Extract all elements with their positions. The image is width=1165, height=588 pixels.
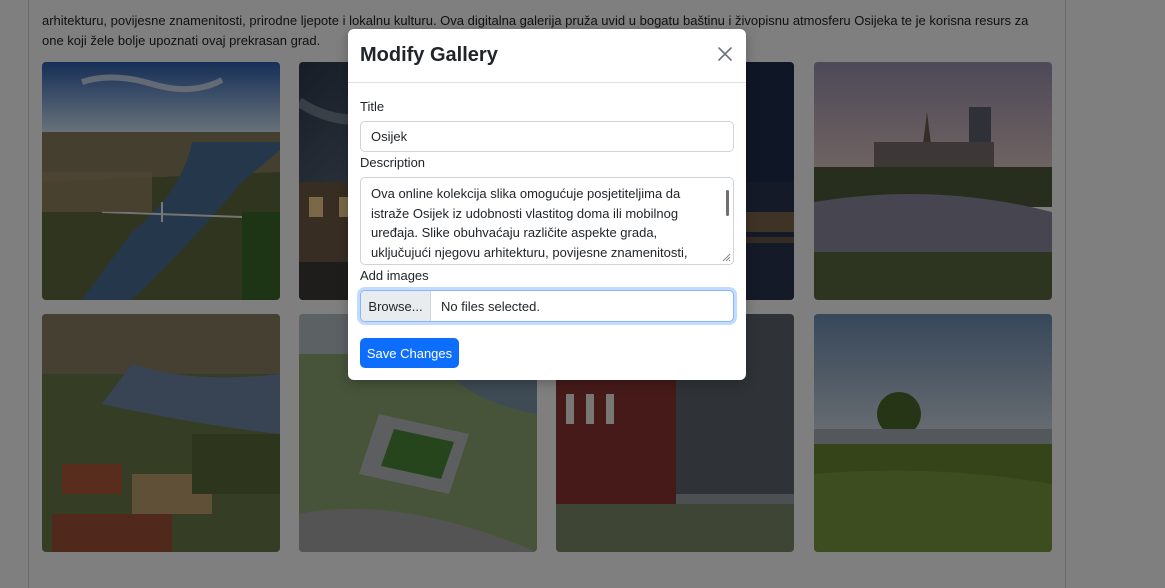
add-images-label: Add images — [360, 268, 429, 283]
close-icon — [718, 47, 732, 61]
modal-header: Modify Gallery — [348, 29, 746, 83]
title-label: Title — [360, 99, 385, 114]
save-changes-button[interactable]: Save Changes — [360, 338, 459, 368]
add-images-file-input[interactable]: Browse... No files selected. — [360, 290, 734, 322]
description-text: Ova online kolekcija slika omogućuje pos… — [371, 186, 688, 260]
description-textarea[interactable]: Ova online kolekcija slika omogućuje pos… — [360, 177, 734, 265]
description-label: Description — [360, 155, 426, 170]
file-status-text: No files selected. — [441, 298, 540, 314]
description-scrollbar[interactable] — [726, 190, 729, 216]
browse-button[interactable]: Browse... — [361, 291, 431, 321]
modify-gallery-modal: Modify Gallery Title Osijek Description … — [348, 29, 746, 380]
close-button[interactable] — [714, 43, 736, 65]
title-input[interactable]: Osijek — [360, 121, 734, 152]
resize-handle-icon[interactable] — [721, 252, 731, 262]
modal-title: Modify Gallery — [360, 44, 498, 66]
